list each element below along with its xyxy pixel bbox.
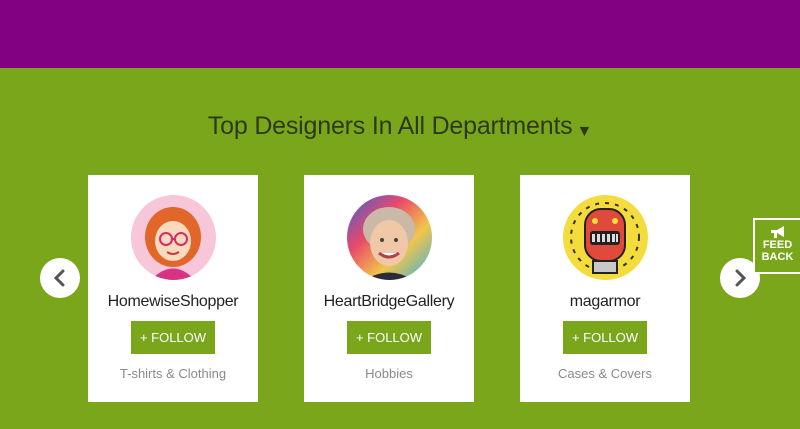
- top-header-bar: [0, 0, 800, 68]
- designer-card: HomewiseShopper + FOLLOW T-shirts & Clot…: [88, 175, 258, 402]
- designer-card: HeartBridgeGallery + FOLLOW Hobbies: [304, 175, 474, 402]
- designer-avatar[interactable]: [563, 195, 648, 280]
- designer-name[interactable]: HeartBridgeGallery: [304, 293, 474, 311]
- designer-category[interactable]: Cases & Covers: [520, 366, 690, 381]
- section-heading: Top Designers In All Departments ▼: [0, 112, 800, 141]
- follow-button[interactable]: + FOLLOW: [563, 321, 647, 354]
- carousel-prev-button[interactable]: [40, 258, 80, 298]
- section-title: Top Designers In All Departments: [207, 112, 573, 140]
- feedback-label-line1: FEED: [762, 239, 793, 251]
- feedback-label-line2: BACK: [761, 251, 794, 263]
- chevron-left-icon: [53, 269, 65, 287]
- designer-name[interactable]: HomewiseShopper: [88, 293, 258, 311]
- follow-button[interactable]: + FOLLOW: [131, 321, 215, 354]
- megaphone-icon: [771, 226, 784, 238]
- feedback-tab[interactable]: FEED BACK: [753, 218, 800, 274]
- designer-category[interactable]: T-shirts & Clothing: [88, 366, 258, 381]
- designer-name[interactable]: magarmor: [520, 293, 690, 311]
- department-dropdown-icon[interactable]: ▼: [576, 123, 592, 140]
- designer-card: magarmor + FOLLOW Cases & Covers: [520, 175, 690, 402]
- designer-category[interactable]: Hobbies: [304, 366, 474, 381]
- chevron-right-icon: [735, 269, 747, 287]
- designer-avatar[interactable]: [347, 195, 432, 280]
- designer-avatar[interactable]: [131, 195, 216, 280]
- follow-button[interactable]: + FOLLOW: [347, 321, 431, 354]
